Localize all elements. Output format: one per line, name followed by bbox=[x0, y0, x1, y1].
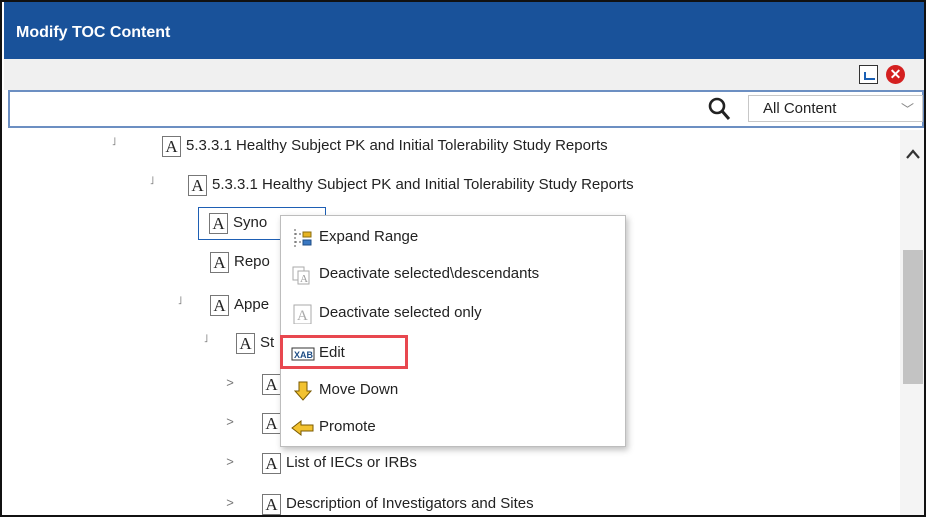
filter-selected-value: All Content bbox=[763, 100, 837, 117]
deactivate-descendants-icon: A bbox=[292, 266, 310, 285]
chevron-down-icon: ﹀ bbox=[900, 102, 914, 117]
svg-text:A: A bbox=[300, 273, 308, 285]
chevron-right-icon[interactable]: > bbox=[224, 414, 236, 429]
collapse-toggle-icon[interactable]: ˩ bbox=[108, 136, 120, 148]
menu-item-promote[interactable]: Promote bbox=[281, 410, 625, 446]
arrow-down-icon bbox=[293, 381, 313, 401]
menu-item-label: Deactivate selected only bbox=[319, 304, 482, 321]
section-type-icon: A bbox=[236, 333, 255, 354]
section-type-icon: A bbox=[188, 175, 207, 196]
export-icon[interactable] bbox=[859, 65, 878, 84]
menu-item-label: Move Down bbox=[319, 381, 399, 398]
scroll-up-arrow-icon[interactable] bbox=[905, 148, 921, 160]
section-type-icon: A bbox=[262, 453, 281, 474]
collapse-toggle-icon[interactable]: ˩ bbox=[146, 175, 158, 187]
section-type-icon: A bbox=[262, 494, 281, 515]
chevron-right-icon[interactable]: > bbox=[224, 454, 236, 469]
tree-node[interactable]: > A bbox=[224, 411, 284, 437]
tree-node[interactable]: > A bbox=[224, 372, 284, 398]
arrow-left-icon bbox=[291, 419, 314, 437]
modify-toc-panel: Modify TOC Content ✕ All Content ﹀ ˩ A 5… bbox=[0, 0, 926, 517]
menu-item-deactivate-selected[interactable]: A Deactivate selected only bbox=[281, 296, 625, 332]
section-type-icon: A bbox=[162, 136, 181, 157]
menu-item-edit[interactable]: XAB Edit bbox=[281, 336, 625, 372]
content-filter-select[interactable]: All Content ﹀ bbox=[748, 95, 923, 122]
section-type-icon: A bbox=[210, 252, 229, 273]
menu-item-label: Expand Range bbox=[319, 228, 419, 245]
search-input[interactable] bbox=[12, 94, 692, 124]
collapse-toggle-icon[interactable]: ˩ bbox=[200, 333, 212, 345]
tree-node[interactable]: ˩ A St bbox=[200, 331, 290, 357]
menu-item-expand-range[interactable]: Expand Range bbox=[281, 220, 625, 256]
tree-node-label: Appe bbox=[234, 296, 270, 313]
tree-node[interactable]: ˩ A Appe bbox=[174, 293, 294, 319]
tree-node-label: St bbox=[260, 334, 275, 351]
vertical-scrollbar[interactable] bbox=[900, 130, 926, 517]
menu-item-label: Deactivate selected\descendants bbox=[319, 265, 540, 282]
edit-icon: XAB bbox=[291, 347, 315, 361]
svg-text:XAB: XAB bbox=[294, 350, 314, 360]
section-type-icon: A bbox=[210, 295, 229, 316]
search-icon[interactable] bbox=[707, 96, 731, 122]
collapse-toggle-icon[interactable]: ˩ bbox=[174, 295, 186, 307]
menu-item-label: Edit bbox=[319, 344, 345, 361]
tree-node-label: 5.3.3.1 Healthy Subject PK and Initial T… bbox=[212, 176, 634, 193]
tree-node[interactable]: > A Description of Investigators and Sit… bbox=[224, 492, 724, 517]
tree-node[interactable]: > A List of IECs or IRBs bbox=[224, 451, 624, 477]
tree-node[interactable]: ˩ A 5.3.3.1 Healthy Subject PK and Initi… bbox=[108, 134, 808, 160]
expand-range-icon bbox=[294, 229, 312, 247]
tree-node-label: 5.3.3.1 Healthy Subject PK and Initial T… bbox=[186, 137, 608, 154]
toolbar: ✕ bbox=[4, 59, 926, 90]
menu-item-label: Promote bbox=[319, 418, 376, 435]
section-type-icon: A bbox=[262, 413, 281, 434]
menu-item-move-down[interactable]: Move Down bbox=[281, 373, 625, 409]
close-circle-icon[interactable]: ✕ bbox=[886, 65, 905, 84]
scrollbar-thumb[interactable] bbox=[903, 250, 923, 384]
tree-node-label: List of IECs or IRBs bbox=[286, 454, 417, 471]
section-type-icon: A bbox=[209, 213, 228, 234]
menu-item-deactivate-descendants[interactable]: A Deactivate selected\descendants bbox=[281, 257, 625, 293]
tree-node-label: Repo bbox=[234, 253, 270, 270]
tree-node-label: Syno bbox=[233, 214, 268, 231]
tree-node-label: Description of Investigators and Sites bbox=[286, 495, 534, 512]
title-bar: Modify TOC Content bbox=[4, 2, 926, 59]
tree-node[interactable]: ˩ A 5.3.3.1 Healthy Subject PK and Initi… bbox=[146, 173, 846, 199]
deactivate-selected-icon: A bbox=[293, 304, 312, 324]
search-row: All Content ﹀ bbox=[8, 90, 924, 128]
chevron-right-icon[interactable]: > bbox=[224, 495, 236, 510]
context-menu: Expand Range A Deactivate selected\desce… bbox=[280, 215, 626, 447]
chevron-right-icon[interactable]: > bbox=[224, 375, 236, 390]
window-title: Modify TOC Content bbox=[16, 24, 171, 41]
svg-text:A: A bbox=[297, 308, 308, 324]
section-type-icon: A bbox=[262, 374, 281, 395]
